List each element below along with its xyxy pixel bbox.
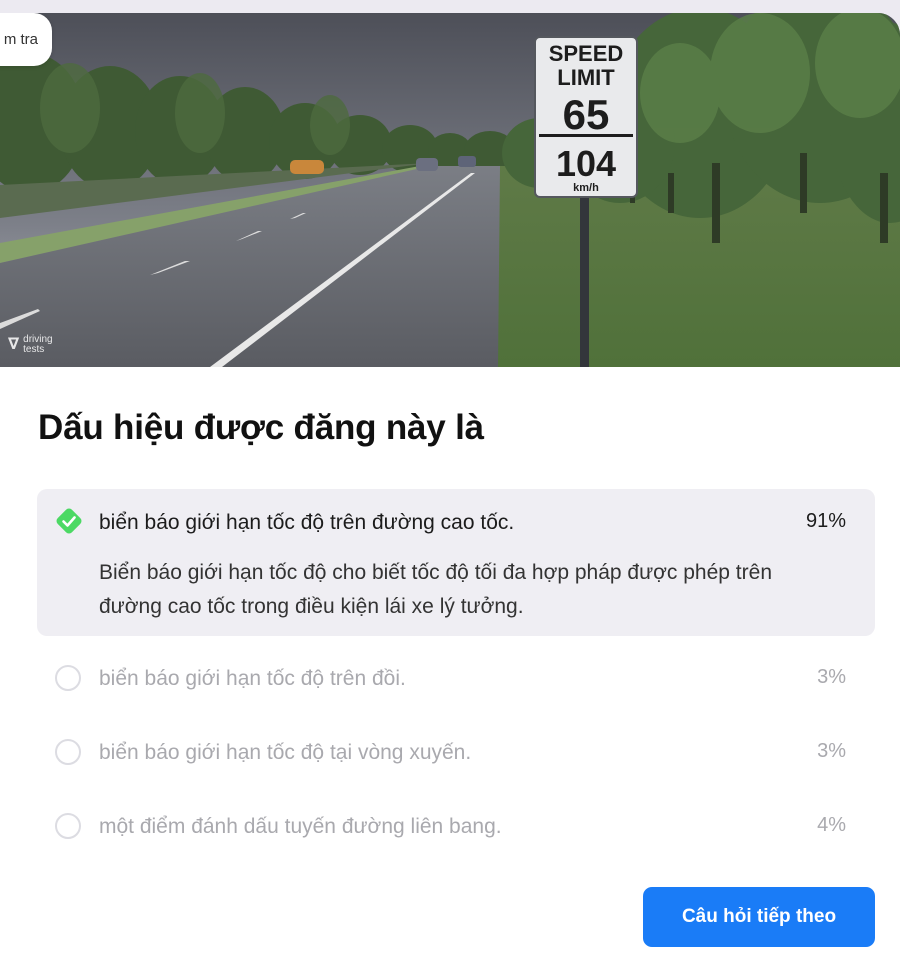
answer-label: biển báo giới hạn tốc độ trên đồi. (99, 667, 406, 690)
answer-option-3[interactable]: biển báo giới hạn tốc độ tại vòng xuyến.… (37, 735, 875, 775)
answer-option-4[interactable]: một điểm đánh dấu tuyến đường liên bang.… (37, 809, 875, 849)
answer-label: một điểm đánh dấu tuyến đường liên bang. (99, 815, 502, 838)
radio-circle-icon (55, 813, 81, 839)
watermark-line2: tests (23, 344, 45, 355)
answer-option-1[interactable]: biển báo giới hạn tốc độ trên đường cao … (37, 489, 875, 636)
answer-label: biển báo giới hạn tốc độ trên đường cao … (99, 511, 515, 534)
question-image: SPEED LIMIT 65 104 km/h m tra ∇ driving … (0, 13, 900, 367)
sign-unit-text: km/h (573, 182, 599, 194)
correct-check-icon (56, 508, 82, 534)
radio-circle-icon (55, 739, 81, 765)
question-title: Dấu hiệu được đăng này là (38, 408, 484, 447)
answer-explanation: Biển báo giới hạn tốc độ cho biết tốc độ… (99, 561, 772, 618)
radio-circle-icon (55, 665, 81, 691)
answer-percent: 3% (817, 666, 846, 688)
road-scene-illustration: SPEED LIMIT 65 104 km/h (0, 13, 900, 367)
watermark-logo-icon: ∇ (8, 336, 20, 353)
watermark: ∇ driving tests (8, 335, 53, 355)
sign-speed-text: SPEED (549, 41, 624, 66)
sign-limit-text: LIMIT (557, 65, 615, 90)
answer-percent: 3% (817, 740, 846, 762)
answer-option-2[interactable]: biển báo giới hạn tốc độ trên đồi. 3% (37, 661, 875, 701)
hero-tab[interactable]: m tra (0, 13, 52, 66)
answer-percent: 91% (805, 510, 846, 532)
sign-kmh-value: 104 (556, 143, 616, 184)
hero-tab-label: m tra (3, 31, 38, 48)
answer-percent: 4% (817, 814, 846, 836)
answer-label: biển báo giới hạn tốc độ tại vòng xuyến. (99, 741, 472, 764)
next-question-button[interactable]: Câu hỏi tiếp theo (643, 887, 875, 947)
quiz-card: SPEED LIMIT 65 104 km/h m tra ∇ driving … (0, 13, 900, 980)
sign-mph-value: 65 (563, 91, 610, 138)
